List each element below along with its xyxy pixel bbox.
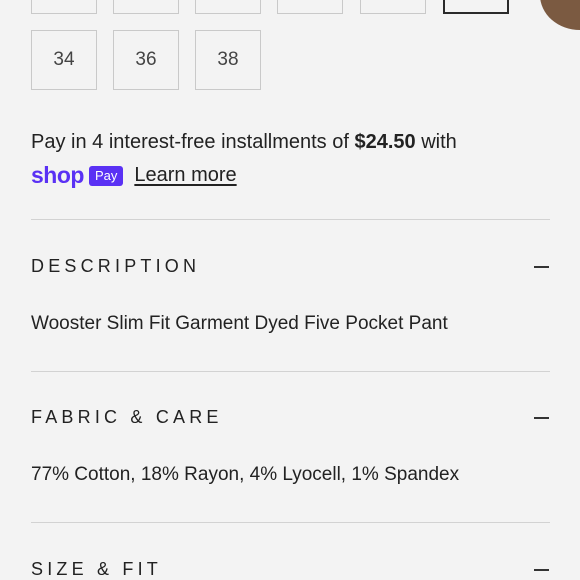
- accordion-title-size-fit: SIZE & FIT: [31, 559, 163, 579]
- divider: [31, 371, 550, 372]
- product-details-page: 34 36 38 Pay in 4 interest-free installm…: [0, 0, 580, 580]
- accordion-header-size-fit[interactable]: SIZE & FIT: [31, 559, 550, 580]
- accordion-title-fabric-care: FABRIC & CARE: [31, 407, 223, 427]
- divider: [31, 522, 550, 523]
- accordion-body-description: Wooster Slim Fit Garment Dyed Five Pocke…: [31, 313, 448, 334]
- size-option-34[interactable]: 34: [31, 30, 97, 90]
- product-image-edge: [540, 0, 580, 30]
- shop-pay-row: shop Pay Learn more: [31, 164, 237, 187]
- minus-icon[interactable]: [534, 265, 549, 268]
- shop-pay-badge: Pay: [88, 165, 124, 186]
- size-option-hidden-5[interactable]: [360, 0, 426, 14]
- size-option-36[interactable]: 36: [113, 30, 179, 90]
- size-option-hidden-3[interactable]: [195, 0, 261, 14]
- size-option-selected[interactable]: [443, 0, 509, 14]
- size-option-hidden-4[interactable]: [277, 0, 343, 14]
- learn-more-link[interactable]: Learn more: [134, 164, 236, 187]
- size-option-hidden-1[interactable]: [31, 0, 97, 14]
- installment-suffix: with: [415, 131, 457, 153]
- accordion-header-fabric-care[interactable]: FABRIC & CARE: [31, 407, 550, 428]
- minus-icon[interactable]: [534, 416, 549, 419]
- installment-text: Pay in 4 interest-free installments of $…: [31, 131, 457, 154]
- minus-icon[interactable]: [534, 568, 549, 571]
- accordion-header-description[interactable]: DESCRIPTION: [31, 256, 550, 277]
- shop-pay-logo: shop: [31, 162, 84, 188]
- size-option-hidden-2[interactable]: [113, 0, 179, 14]
- installment-amount: $24.50: [354, 131, 416, 153]
- installment-prefix: Pay in 4 interest-free installments of: [31, 131, 355, 153]
- accordion-title-description: DESCRIPTION: [31, 256, 201, 276]
- size-option-38[interactable]: 38: [195, 30, 261, 90]
- divider: [31, 219, 550, 220]
- accordion-body-fabric-care: 77% Cotton, 18% Rayon, 4% Lyocell, 1% Sp…: [31, 464, 460, 485]
